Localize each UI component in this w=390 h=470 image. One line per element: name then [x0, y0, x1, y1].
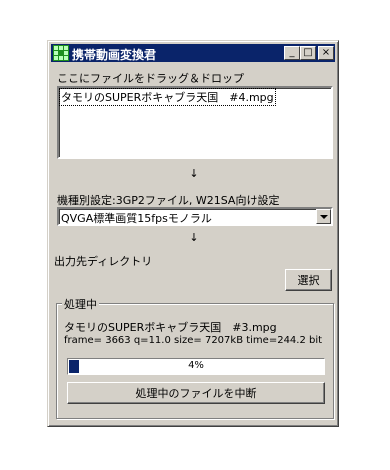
arrow-down-icon: ↓: [189, 231, 199, 244]
processing-group: 処理中 タモリのSUPERボキャブラ天国 #3.mpg frame= 3663 …: [56, 296, 334, 419]
drop-area-label: ここにファイルをドラッグ＆ドロップ: [57, 72, 244, 85]
close-button[interactable]: ×: [318, 46, 334, 60]
chevron-down-icon: [319, 214, 328, 219]
title-bar[interactable]: 携帯動画変換君 _ □ ×: [51, 44, 335, 62]
current-filename: タモリのSUPERボキャブラ天国 #3.mpg: [64, 321, 277, 334]
dropdown-button[interactable]: [316, 209, 331, 224]
encode-stats: frame= 3663 q=11.0 size= 7207kB time=244…: [64, 335, 323, 346]
quality-select-value: QVGA標準画質15fpsモノラル: [61, 212, 212, 225]
abort-button[interactable]: 処理中のファイルを中断: [67, 382, 325, 404]
device-setting-label: 機種別設定:3GP2ファイル, W21SA向け設定: [57, 194, 280, 207]
output-dir-label: 出力先ディレクトリ: [54, 255, 153, 268]
progress-bar: 4%: [67, 358, 325, 375]
list-item[interactable]: タモリのSUPERボキャブラ天国 #4.mpg: [59, 88, 276, 106]
arrow-down-icon: ↓: [189, 167, 199, 180]
file-drop-list[interactable]: タモリのSUPERボキャブラ天国 #4.mpg: [57, 86, 333, 159]
maximize-button[interactable]: □: [300, 46, 316, 60]
select-button[interactable]: 選択: [285, 269, 332, 291]
processing-legend: 処理中: [62, 296, 99, 312]
app-window: 携帯動画変換君 _ □ × ここにファイルをドラッグ＆ドロップ タモリのSUPE…: [47, 40, 339, 427]
quality-select[interactable]: QVGA標準画質15fpsモノラル: [57, 207, 333, 226]
window-title: 携帯動画変換君: [72, 48, 157, 62]
minimize-button[interactable]: _: [284, 46, 300, 60]
progress-text: 4%: [188, 360, 204, 371]
app-icon: [53, 45, 69, 61]
